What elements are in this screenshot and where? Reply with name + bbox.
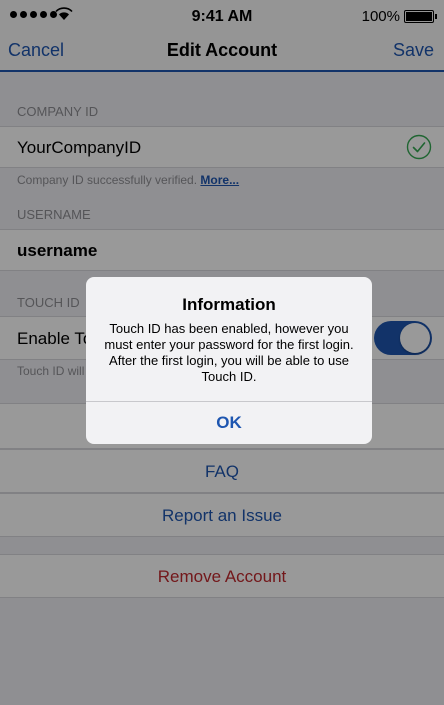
alert-title: Information — [182, 295, 276, 314]
information-alert: Information Touch ID has been enabled, h… — [86, 277, 372, 444]
ok-button[interactable]: OK — [86, 402, 372, 444]
edit-account-screen: 9:41 AM 100% Cancel Edit Account Save CO… — [0, 0, 444, 705]
alert-message: Touch ID has been enabled, however you m… — [104, 321, 354, 384]
